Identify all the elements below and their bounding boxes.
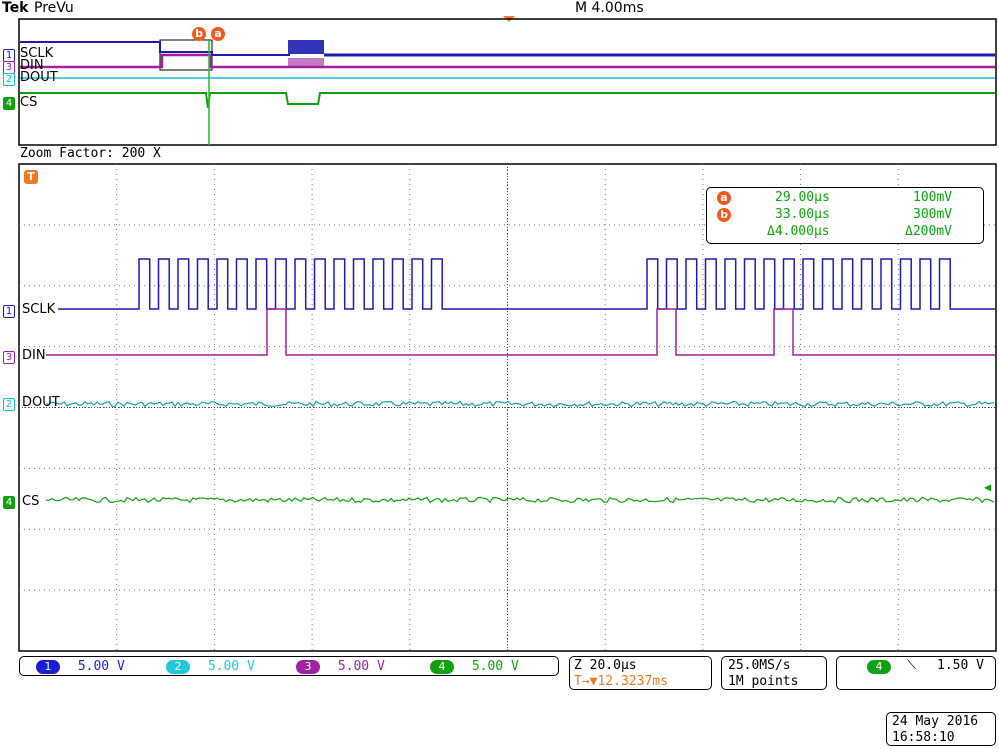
ch1-badge: 1	[36, 660, 60, 674]
readout-a-volt: 100mV	[913, 190, 953, 205]
record-length: 1M points	[728, 674, 799, 689]
zoom-trace-dout	[45, 400, 995, 408]
horizontal-zoom-panel[interactable]: Z 20.0µs T→▼12.3237ms	[569, 656, 712, 690]
channel-scale-bar: 1 5.00 V 2 5.00 V 3 5.00 V 4 5.00 V	[19, 656, 559, 676]
ch4-level-arrow-icon: ◀	[984, 480, 992, 494]
zoom-trace-cs	[45, 496, 995, 504]
trigger-icon: T	[24, 170, 38, 184]
ch4-scale-button[interactable]: 4 5.00 V	[430, 659, 519, 674]
zoom-trace-sclk	[58, 258, 995, 310]
zoom-trace-din	[46, 308, 995, 356]
readout-cursor-a-icon: a	[717, 191, 731, 205]
ch3-scale: 5.00 V	[337, 659, 385, 674]
datetime-panel: 24 May 2016 16:58:10	[886, 712, 996, 746]
trigger-panel[interactable]: 4 ⟍ 1.50 V	[836, 656, 996, 690]
readout-delta-time: Δ4.000µs	[767, 224, 830, 239]
zoom-ch3-marker[interactable]: 3	[3, 351, 15, 364]
date: 24 May 2016	[892, 714, 979, 729]
acquisition-panel[interactable]: 25.0MS/s 1M points	[721, 656, 827, 690]
ch3-badge: 3	[296, 660, 320, 674]
zoom-label-din: DIN	[22, 348, 46, 363]
readout-cursor-b-icon: b	[717, 208, 731, 222]
zoom-timebase: Z 20.0µs	[574, 658, 637, 673]
zoom-label-sclk: SCLK	[22, 302, 56, 317]
zoom-ch4-marker[interactable]: 4	[3, 496, 15, 509]
ch1-scale-button[interactable]: 1 5.00 V	[36, 659, 125, 674]
zoom-ch2-marker[interactable]: 2	[3, 398, 15, 411]
readout-b-volt: 300mV	[913, 207, 953, 222]
zoom-label-dout: DOUT	[22, 395, 60, 410]
ch4-scale: 5.00 V	[471, 659, 519, 674]
readout-a-time: 29.00µs	[775, 190, 830, 205]
ch2-scale-button[interactable]: 2 5.00 V	[166, 659, 255, 674]
cursor-readout-panel: a 29.00µs 100mV b 33.00µs 300mV Δ4.000µs…	[706, 187, 984, 244]
readout-b-time: 33.00µs	[775, 207, 830, 222]
readout-delta-volt: Δ200mV	[905, 224, 952, 239]
zoom-waveform-window	[18, 163, 997, 652]
trigger-level: 1.50 V	[937, 658, 984, 673]
ch2-scale: 5.00 V	[207, 659, 255, 674]
ch4-badge: 4	[430, 660, 454, 674]
time: 16:58:10	[892, 730, 955, 745]
trigger-position: T→▼12.3237ms	[574, 674, 668, 689]
zoom-ch1-marker[interactable]: 1	[3, 305, 15, 318]
falling-edge-icon: ⟍	[907, 658, 917, 673]
ch2-badge: 2	[166, 660, 190, 674]
ch1-scale: 5.00 V	[77, 659, 125, 674]
zoom-label-cs: CS	[22, 494, 40, 509]
trigger-source-badge: 4	[867, 660, 891, 674]
sample-rate: 25.0MS/s	[728, 658, 791, 673]
ch3-scale-button[interactable]: 3 5.00 V	[296, 659, 385, 674]
